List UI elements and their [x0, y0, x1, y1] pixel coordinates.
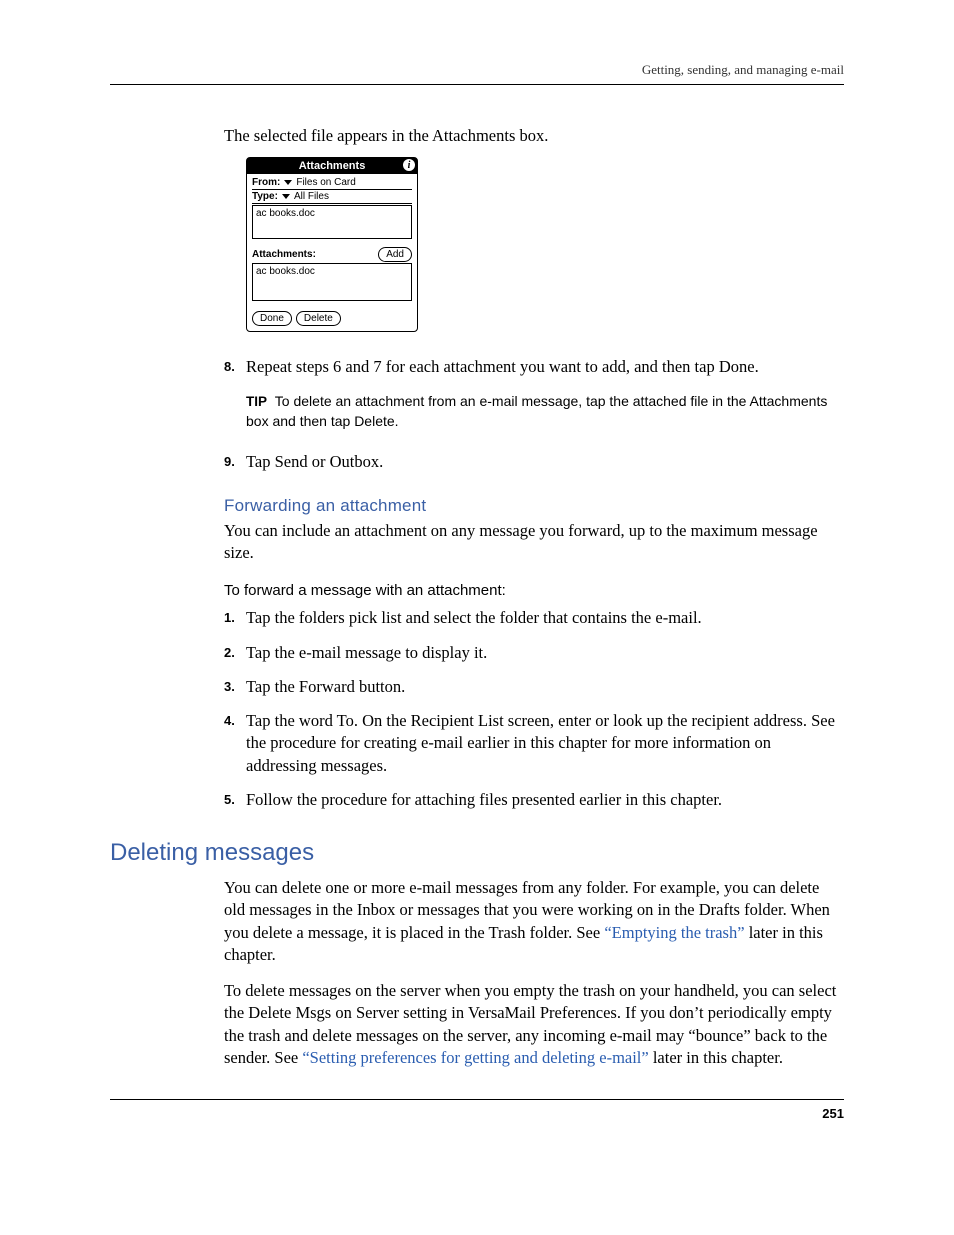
delete-para-2: To delete messages on the server when yo…	[224, 980, 844, 1069]
file-list[interactable]: ac books.doc	[252, 205, 412, 239]
fwd-step-5: 5. Follow the procedure for attaching fi…	[224, 789, 844, 811]
dropdown-icon[interactable]	[282, 194, 290, 199]
footer-rule	[110, 1099, 844, 1100]
heading-forwarding: Forwarding an attachment	[224, 496, 844, 516]
intro-paragraph: The selected file appears in the Attachm…	[224, 125, 844, 147]
dropdown-icon[interactable]	[284, 180, 292, 185]
from-row: From: Files on Card	[252, 176, 412, 190]
step-number: 5.	[224, 789, 246, 807]
tip-block: TIP To delete an attachment from an e-ma…	[246, 391, 844, 432]
step-number: 3.	[224, 676, 246, 694]
type-label: Type:	[252, 191, 278, 202]
info-icon[interactable]: i	[403, 159, 415, 171]
step-number: 9.	[224, 451, 246, 469]
step-number: 4.	[224, 710, 246, 728]
step-8: 8. Repeat steps 6 and 7 for each attachm…	[224, 356, 844, 378]
step-text: Tap the word To. On the Recipient List s…	[246, 710, 844, 777]
attachments-list-item[interactable]: ac books.doc	[256, 266, 315, 277]
delete-para-1: You can delete one or more e-mail messag…	[224, 877, 844, 966]
step-text: Repeat steps 6 and 7 for each attachment…	[246, 356, 759, 378]
forward-paragraph: You can include an attachment on any mes…	[224, 520, 844, 565]
running-header: Getting, sending, and managing e-mail	[110, 62, 844, 78]
link-emptying-trash[interactable]: “Emptying the trash”	[604, 923, 744, 942]
step-text: Tap the folders pick list and select the…	[246, 607, 702, 629]
done-button[interactable]: Done	[252, 311, 292, 326]
step-text: Tap Send or Outbox.	[246, 451, 383, 473]
link-setting-preferences[interactable]: “Setting preferences for getting and del…	[302, 1048, 648, 1067]
fwd-step-4: 4. Tap the word To. On the Recipient Lis…	[224, 710, 844, 777]
dialog-title: Attachments	[299, 160, 366, 172]
from-value[interactable]: Files on Card	[296, 177, 355, 188]
step-text: Tap the e-mail message to display it.	[246, 642, 487, 664]
heading-deleting: Deleting messages	[110, 839, 844, 867]
tip-text: To delete an attachment from an e-mail m…	[246, 393, 827, 430]
type-value[interactable]: All Files	[294, 191, 329, 202]
attachments-label: Attachments:	[252, 249, 316, 260]
fwd-step-2: 2. Tap the e-mail message to display it.	[224, 642, 844, 664]
subhead-procedure: To forward a message with an attachment:	[224, 582, 844, 599]
fwd-step-1: 1. Tap the folders pick list and select …	[224, 607, 844, 629]
step-number: 1.	[224, 607, 246, 625]
header-rule	[110, 84, 844, 85]
step-number: 8.	[224, 356, 246, 374]
dialog-titlebar: Attachments i	[247, 158, 417, 174]
from-label: From:	[252, 177, 280, 188]
type-row: Type: All Files	[252, 190, 412, 204]
page-number: 251	[110, 1106, 844, 1121]
tip-label: TIP	[246, 394, 267, 409]
delete-button[interactable]: Delete	[296, 311, 341, 326]
step-9: 9. Tap Send or Outbox.	[224, 451, 844, 473]
step-text: Follow the procedure for attaching files…	[246, 789, 722, 811]
attachments-list[interactable]: ac books.doc	[252, 263, 412, 301]
fwd-step-3: 3. Tap the Forward button.	[224, 676, 844, 698]
file-list-item[interactable]: ac books.doc	[256, 208, 315, 219]
attachments-dialog: Attachments i From: Files on Card Type: …	[246, 157, 418, 332]
add-button[interactable]: Add	[378, 247, 412, 262]
step-text: Tap the Forward button.	[246, 676, 405, 698]
step-number: 2.	[224, 642, 246, 660]
